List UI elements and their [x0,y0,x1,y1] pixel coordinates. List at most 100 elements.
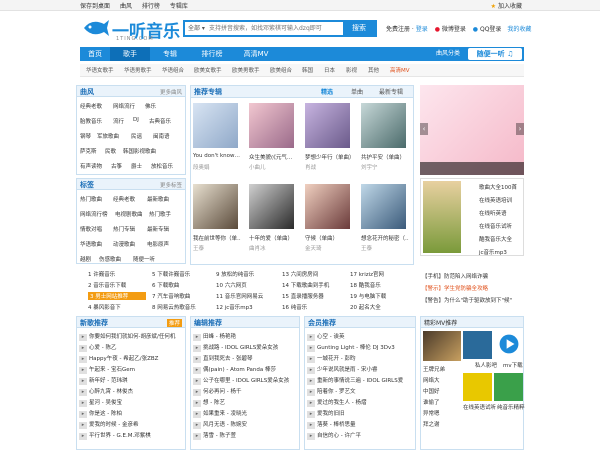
song-row[interactable]: ▸ 风月无语 - 陈婉安 [193,420,303,429]
albums-tab-singles[interactable]: 单曲 [351,87,363,96]
albums-tab-new[interactable]: 最新专辑 [379,87,403,96]
album-title[interactable]: You don't know… [193,153,241,159]
private-cinema-tile[interactable] [463,331,492,359]
nav-home[interactable]: 首页 [80,47,110,61]
album-title[interactable]: 守候（单曲） [305,234,353,242]
album-artist[interactable]: 曲肖冰 [249,244,297,252]
song-row[interactable]: ▸ 你是这 - 陈柏 [79,409,189,418]
promo-link[interactable]: jc音乐mp3 [479,248,507,256]
my-favorites-link[interactable]: 我的收藏 [507,26,531,33]
tag-link[interactable]: 华语歌曲 [80,240,102,248]
topbar-link-desktop[interactable]: 保存到桌面 [80,3,110,10]
song-row[interactable]: ▸ 陪着你 - 罗艺文 [307,387,417,396]
topbar-link-chart[interactable]: 排行榜 [142,3,160,10]
nav-chart[interactable]: 排行榜 [190,47,234,61]
tag-link[interactable]: 情歌对唱 [80,225,102,233]
mv-side-link[interactable]: 网络大 [423,376,440,384]
album-artist[interactable]: 肖战 [305,163,353,171]
subnav-item[interactable]: 华语男歌手 [124,66,152,74]
song-row[interactable]: ▸ 重新的事情说三遍 - IDOL GIRLS爱 [307,376,417,385]
subnav-item[interactable]: 其他 [368,66,379,74]
song-row[interactable]: ▸ 新年好 - 范玮琪 [79,376,189,385]
album-artist[interactable]: 金天琦 [305,244,353,252]
genre-link[interactable]: 古典音乐 [149,117,171,125]
genre-link[interactable]: 流行 [113,117,124,125]
promo-link[interactable]: 在线音乐试听 [479,222,512,230]
song-row[interactable]: ▸ 平行世界 - G.E.M.邓紫棋 [79,431,189,440]
genre-link[interactable]: 有声读物 [80,162,102,170]
chevron-right-icon[interactable]: › [516,123,524,135]
site-logo[interactable]: 一听音乐 1TING.COM [80,14,180,42]
genre-link[interactable]: 民歌 [105,147,116,155]
song-row[interactable]: ▸ 自信的心 - 许广平 [307,431,417,440]
album-cover[interactable] [193,103,238,148]
subnav-item[interactable]: 华语组合 [162,66,184,74]
subnav-item[interactable]: 欧美男歌手 [232,66,260,74]
song-row[interactable]: ▸ 直到我死去 - 张碧琴 [193,354,303,363]
genre-link[interactable]: 军旅歌曲 [97,132,119,140]
song-row[interactable]: ▸ 心醉九霄 - 林俊杰 [79,387,189,396]
song-row[interactable]: ▸ 星河 - 吴俊宝 [79,398,189,407]
subnav-item[interactable]: 韩国 [302,66,313,74]
song-row[interactable]: ▸ 想 - 陈艺 [193,398,303,407]
mv-side-link[interactable]: 拜之谢 [423,420,440,428]
add-favorite-link[interactable]: 加入收藏 [498,3,522,10]
register-link[interactable]: 免费注册 [386,26,410,33]
search-input[interactable] [209,23,331,35]
album-artist[interactable]: 王泰 [193,244,241,252]
new-songs-more[interactable]: 推荐 [166,319,182,327]
album-artist[interactable]: 小曲儿 [249,163,297,171]
promo-link[interactable]: 在线英语培训 [479,196,512,204]
tag-link[interactable]: 伤感歌曲 [99,255,121,263]
subnav-item[interactable]: 日本 [324,66,335,74]
genre-link[interactable]: 网络流行 [113,102,135,110]
song-row[interactable]: ▸ 午起来 - 宝石Gem [79,365,189,374]
genre-link[interactable]: 韩国影视歌曲 [123,147,156,155]
qq-login-link[interactable]: QQ登录 [480,26,501,33]
rank-item[interactable]: 17 kriziz官网 [350,270,460,278]
genre-link[interactable]: DJ [133,117,139,123]
mv-thumb[interactable] [423,331,461,361]
tag-link[interactable]: 电影原声 [147,240,169,248]
song-row[interactable]: ▸ 一城花开 - 彭昀 [307,354,417,363]
genre-link[interactable]: 爵士 [131,162,142,170]
chevron-left-icon[interactable]: ‹ [420,123,428,135]
tag-link[interactable]: 最新专辑 [147,225,169,233]
genre-link[interactable]: 古筝 [111,162,122,170]
tag-link[interactable]: 网络流行榜 [80,210,108,218]
album-artist[interactable]: 王泰 [361,244,409,252]
mv-side-link[interactable]: 谁偷了 [423,398,440,406]
nav-albums[interactable]: 专辑 [150,47,190,61]
subnav-item[interactable]: 欧美组合 [270,66,292,74]
promo-link[interactable]: 在线听英语 [479,209,507,217]
album-title[interactable]: 十年的爱（单曲） [249,234,297,242]
rank-item-highlight[interactable]: 3 男士网站推荐 [88,292,146,300]
song-row[interactable]: ▸ 田峰 - 杨艳艳 [193,332,303,341]
mv-download-label[interactable]: mv下载 [503,361,523,369]
english-listening-tile[interactable] [463,373,492,401]
nav-singers[interactable]: 歌手 [110,47,150,61]
genre-link[interactable]: 闽南语 [153,132,170,140]
promo-image[interactable] [423,181,461,253]
tag-link[interactable]: 热门歌手 [149,210,171,218]
subnav-item[interactable]: 欧美女歌手 [194,66,222,74]
genre-link[interactable]: 放松音乐 [151,162,173,170]
album-cover[interactable] [193,184,238,229]
album-cover[interactable] [249,184,294,229]
mv-side-link[interactable]: 王牌兄弟 [423,365,445,373]
nav-mv[interactable]: 高清MV [234,47,278,61]
tag-link[interactable]: 热门歌曲 [80,195,102,203]
song-row[interactable]: ▸ 如果重来 - 凌晓光 [193,409,303,418]
song-row[interactable]: ▸ Happy午夜 - 希起乙/张ZBZ [79,354,189,363]
song-row[interactable]: ▸ 你要如何我们就如何-胡彦斌/任何机 [79,332,189,341]
song-row[interactable]: ▸ 公子在哪里 - IDOL GIRLS爱朵女孩 [193,376,303,385]
album-cover[interactable] [305,103,350,148]
song-row[interactable]: ▸ 爱我的旧旧 [307,409,417,418]
rank-item[interactable]: 18 酷我音乐 [350,281,460,289]
rank-item[interactable]: 19 与电脑下载 [350,292,460,300]
song-row[interactable]: ▸ 少年说风就是雨 - 宋小睿 [307,365,417,374]
login-link[interactable]: 登录 [416,26,428,33]
genre-link[interactable]: 钢琴 [80,132,91,140]
mv-download-tile[interactable] [494,331,523,359]
song-row[interactable]: ▸ 挑战路 - IDOL GIRLS爱朵女孩 [193,343,303,352]
